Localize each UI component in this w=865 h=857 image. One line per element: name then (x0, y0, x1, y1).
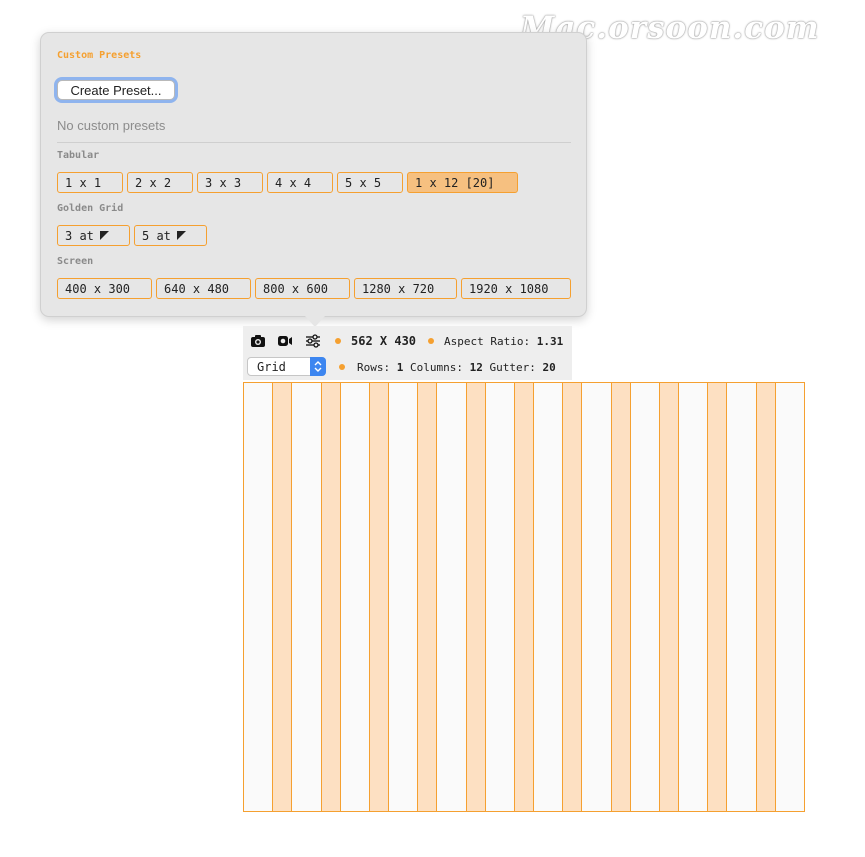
columns-label: Columns: (410, 361, 463, 374)
gutter-label: Gutter: (489, 361, 536, 374)
presets-popover: Custom Presets Create Preset... No custo… (40, 32, 587, 327)
tabular-title: Tabular (57, 150, 100, 161)
canvas-size-label: 562 X 430 (351, 334, 417, 348)
preset-golden-3-at[interactable]: 3 at (57, 225, 130, 246)
toolbar: 562 X 430 Aspect Ratio: 1.31 Grid Rows: … (243, 326, 572, 380)
aspect-ratio-value: 1.31 (536, 335, 564, 348)
preset-tabular-3x3[interactable]: 3 x 3 (197, 172, 263, 193)
preset-tabular-2x2[interactable]: 2 x 2 (127, 172, 193, 193)
aspect-ratio-label: Aspect Ratio: (444, 335, 531, 348)
preset-screen-1280x720[interactable]: 1280 x 720 (354, 278, 457, 299)
grid-gutter (514, 383, 534, 811)
mode-select-value: Grid (257, 360, 286, 374)
status-dot (339, 364, 345, 370)
grid-gutter (369, 383, 389, 811)
rows-value: 1 (396, 361, 404, 374)
camera-icon[interactable] (250, 334, 266, 348)
video-icon[interactable] (277, 334, 293, 348)
grid-gutter (562, 383, 583, 811)
columns-value: 12 (469, 361, 483, 374)
preset-tabular-4x4[interactable]: 4 x 4 (267, 172, 333, 193)
preset-screen-800x600[interactable]: 800 x 600 (255, 278, 350, 299)
grid-gutter (320, 383, 341, 811)
corner-arrow-icon (99, 231, 109, 240)
preset-screen-1920x1080[interactable]: 1920 x 1080 (461, 278, 571, 299)
preset-golden-5-label: 5 at (142, 228, 171, 243)
grid-gutter (272, 383, 293, 811)
preset-screen-400x300[interactable]: 400 x 300 (57, 278, 152, 299)
preset-screen-640x480[interactable]: 640 x 480 (156, 278, 251, 299)
grid-gutter (417, 383, 438, 811)
mode-select[interactable]: Grid (247, 357, 326, 376)
preset-tabular-1x1[interactable]: 1 x 1 (57, 172, 123, 193)
grid-settings-readout: Rows: 1 Columns: 12 Gutter: 20 (357, 361, 556, 374)
grid-gutter (755, 383, 776, 811)
grid-gutter (610, 383, 631, 811)
preset-tabular-1x12-selected[interactable]: 1 x 12 [20] (407, 172, 518, 193)
sliders-icon[interactable] (305, 334, 321, 348)
gutter-value: 20 (542, 361, 556, 374)
preset-golden-3-label: 3 at (65, 228, 94, 243)
grid-gutter (659, 383, 679, 811)
status-dot (335, 338, 341, 344)
preset-tabular-5x5[interactable]: 5 x 5 (337, 172, 403, 193)
custom-presets-title: Custom Presets (57, 50, 142, 61)
aspect-ratio-readout: Aspect Ratio: 1.31 (444, 335, 563, 348)
grid-gutter (707, 383, 728, 811)
golden-grid-title: Golden Grid (57, 203, 124, 214)
screen-title: Screen (57, 256, 94, 267)
grid-canvas[interactable] (243, 382, 805, 812)
no-custom-presets-text: No custom presets (57, 118, 166, 133)
preset-golden-5-at[interactable]: 5 at (134, 225, 207, 246)
section-divider (57, 142, 571, 143)
corner-arrow-icon (176, 231, 186, 240)
grid-gutter (465, 383, 486, 811)
status-dot (428, 338, 434, 344)
stepper-icon[interactable] (310, 357, 326, 376)
create-preset-button[interactable]: Create Preset... (57, 80, 175, 100)
rows-label: Rows: (357, 361, 391, 374)
